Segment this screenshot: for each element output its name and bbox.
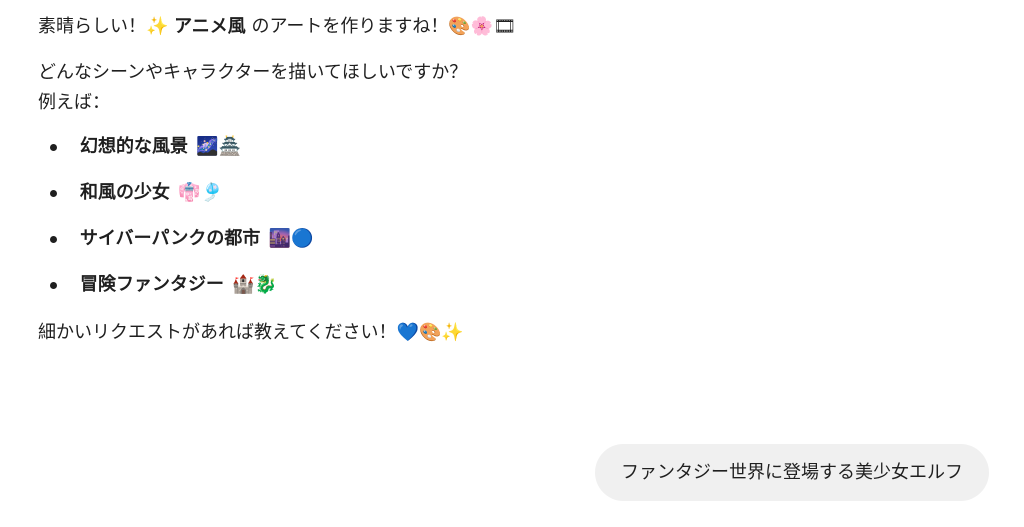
bullet-icon [50, 144, 57, 151]
chat-thread: 素晴らしい！✨ アニメ風 のアートを作りますね！🎨🌸🎞 どんなシーンやキャラクタ… [0, 0, 1024, 527]
assistant-intro-line: 素晴らしい！✨ アニメ風 のアートを作りますね！🎨🌸🎞 [38, 12, 758, 42]
intro-bold-style: アニメ風 [174, 16, 246, 37]
intro-suffix: のアートを作りますね！🎨🌸🎞 [245, 16, 517, 37]
list-item: 幻想的な風景 🌌🏯 [50, 132, 758, 162]
assistant-example-label: 例えば： [38, 92, 110, 113]
suggestion-list: 幻想的な風景 🌌🏯 和風の少女 👘🎐 サイバーパンクの都市 🌆🔵 冒険ファンタジ… [38, 132, 758, 300]
suggestion-label: 和風の少女 [80, 182, 170, 203]
list-item: 和風の少女 👘🎐 [50, 178, 758, 208]
suggestion-label: サイバーパンクの都市 [80, 228, 261, 249]
suggestion-label: 冒険ファンタジー [80, 274, 224, 295]
suggestion-label: 幻想的な風景 [80, 136, 188, 157]
list-item: 冒険ファンタジー 🏰🐉 [50, 270, 758, 300]
list-item: サイバーパンクの都市 🌆🔵 [50, 224, 758, 254]
suggestion-emoji: 👘🎐 [178, 182, 224, 203]
assistant-question-line: どんなシーンやキャラクターを描いてほしいですか？ [38, 62, 468, 83]
user-message-text: ファンタジー世界に登場する美少女エルフ [621, 462, 963, 483]
assistant-closing-line: 細かいリクエストがあれば教えてください！💙🎨✨ [38, 322, 464, 343]
user-message-bubble: ファンタジー世界に登場する美少女エルフ [595, 444, 989, 501]
bullet-icon [50, 236, 57, 243]
suggestion-emoji: 🌌🏯 [196, 136, 242, 157]
bullet-icon [50, 190, 57, 197]
intro-prefix: 素晴らしい！✨ [38, 16, 175, 37]
suggestion-emoji: 🏰🐉 [232, 274, 278, 295]
suggestion-emoji: 🌆🔵 [268, 228, 314, 249]
assistant-message: 素晴らしい！✨ アニメ風 のアートを作りますね！🎨🌸🎞 どんなシーンやキャラクタ… [38, 12, 758, 348]
bullet-icon [50, 282, 57, 289]
